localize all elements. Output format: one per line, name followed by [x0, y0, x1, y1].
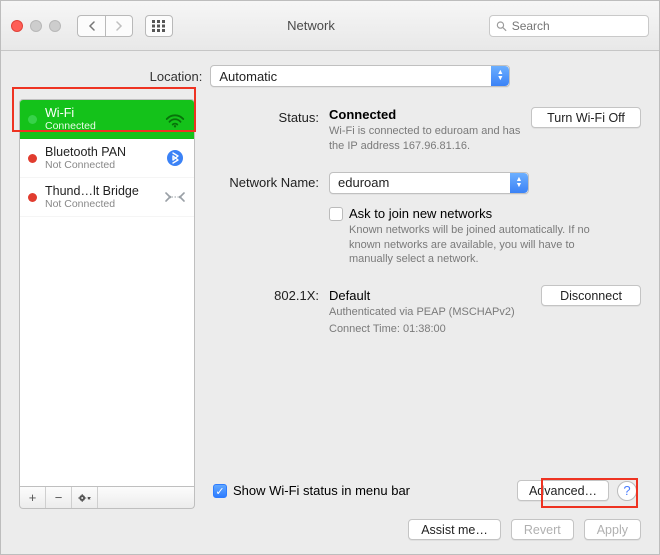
- disconnect-button[interactable]: Disconnect: [541, 285, 641, 306]
- chevron-left-icon: [88, 21, 96, 31]
- dot1x-desc2: Connect Time: 01:38:00: [329, 322, 529, 337]
- status-dot-icon: [28, 154, 37, 163]
- checkmark-icon: ✓: [213, 484, 227, 498]
- show-menubar-checkbox[interactable]: ✓ Show Wi-Fi status in menu bar: [213, 483, 410, 498]
- content: Wi-Fi Connected Bluetooth PAN Not Connec…: [1, 99, 659, 519]
- dot1x-value: Default: [329, 285, 529, 303]
- status-row: Status: Connected Wi-Fi is connected to …: [209, 107, 641, 154]
- window-controls: [11, 20, 61, 32]
- help-button[interactable]: ?: [617, 481, 637, 501]
- network-prefs-window: Network Location: Automatic ▲▼ Wi-Fi Con…: [0, 0, 660, 555]
- add-service-button[interactable]: +: [20, 487, 46, 508]
- apply-button[interactable]: Apply: [584, 519, 641, 540]
- sidebar-item-bluetooth[interactable]: Bluetooth PAN Not Connected: [20, 139, 194, 178]
- window-title: Network: [165, 18, 457, 33]
- sidebar-item-thunderbolt-bridge[interactable]: Thund…lt Bridge Not Connected: [20, 178, 194, 217]
- updown-icon: ▲▼: [510, 173, 528, 193]
- location-row: Location: Automatic ▲▼: [1, 51, 659, 99]
- network-name-row: Network Name: eduroam ▲▼: [209, 172, 641, 194]
- nav-buttons: [77, 15, 133, 37]
- thunderbolt-bridge-icon: [164, 188, 186, 206]
- assist-button[interactable]: Assist me…: [408, 519, 501, 540]
- service-list-toolbar: + −: [19, 487, 195, 509]
- service-list[interactable]: Wi-Fi Connected Bluetooth PAN Not Connec…: [19, 99, 195, 487]
- forward-button[interactable]: [105, 15, 133, 37]
- show-menubar-label: Show Wi-Fi status in menu bar: [233, 483, 410, 498]
- dot1x-label: 802.1X:: [209, 285, 329, 337]
- status-label: Status:: [209, 107, 329, 154]
- back-button[interactable]: [77, 15, 105, 37]
- location-label: Location:: [150, 69, 203, 84]
- status-desc: Wi-Fi is connected to eduroam and has th…: [329, 124, 531, 154]
- service-action-menu[interactable]: [72, 487, 98, 508]
- updown-icon: ▲▼: [491, 66, 509, 86]
- chevron-right-icon: [115, 21, 123, 31]
- detail-bottom-bar: ✓ Show Wi-Fi status in menu bar Advanced…: [209, 474, 641, 509]
- status-value: Connected: [329, 107, 531, 122]
- location-value: Automatic: [219, 69, 277, 84]
- ask-join-desc: Known networks will be joined automatica…: [349, 223, 599, 268]
- remove-service-button[interactable]: −: [46, 487, 72, 508]
- close-button[interactable]: [11, 20, 23, 32]
- minimize-button[interactable]: [30, 20, 42, 32]
- network-name-popup[interactable]: eduroam ▲▼: [329, 172, 529, 194]
- question-icon: ?: [623, 483, 630, 498]
- sidebar-item-wifi[interactable]: Wi-Fi Connected: [20, 100, 194, 139]
- revert-button[interactable]: Revert: [511, 519, 574, 540]
- status-dot-icon: [28, 193, 37, 202]
- ask-join-label: Ask to join new networks: [349, 206, 599, 221]
- checkbox-box: [329, 207, 343, 221]
- search-field[interactable]: [489, 15, 649, 37]
- advanced-button[interactable]: Advanced…: [517, 480, 609, 501]
- search-icon: [496, 20, 507, 32]
- location-popup[interactable]: Automatic ▲▼: [210, 65, 510, 87]
- ask-join-row: Ask to join new networks Known networks …: [209, 198, 641, 268]
- footer: Assist me… Revert Apply: [1, 519, 659, 554]
- status-dot-icon: [28, 115, 37, 124]
- grid-icon: [152, 20, 166, 32]
- wifi-icon: [164, 110, 186, 128]
- service-sub: Not Connected: [45, 159, 156, 171]
- service-name: Wi-Fi: [45, 106, 156, 120]
- wifi-toggle-button[interactable]: Turn Wi-Fi Off: [531, 107, 641, 128]
- dot1x-row: 802.1X: Default Authenticated via PEAP (…: [209, 285, 641, 337]
- gear-icon: [78, 491, 92, 505]
- zoom-button[interactable]: [49, 20, 61, 32]
- search-input[interactable]: [512, 19, 642, 33]
- toolbar: Network: [1, 1, 659, 51]
- service-sub: Not Connected: [45, 198, 156, 210]
- service-sub: Connected: [45, 120, 156, 132]
- ask-join-checkbox[interactable]: Ask to join new networks Known networks …: [329, 206, 641, 268]
- network-name-label: Network Name:: [209, 172, 329, 194]
- detail-pane: Status: Connected Wi-Fi is connected to …: [209, 99, 641, 509]
- dot1x-desc1: Authenticated via PEAP (MSCHAPv2): [329, 305, 529, 320]
- sidebar: Wi-Fi Connected Bluetooth PAN Not Connec…: [19, 99, 195, 509]
- bluetooth-icon: [164, 149, 186, 167]
- service-name: Bluetooth PAN: [45, 145, 156, 159]
- network-name-value: eduroam: [338, 175, 389, 190]
- service-name: Thund…lt Bridge: [45, 184, 156, 198]
